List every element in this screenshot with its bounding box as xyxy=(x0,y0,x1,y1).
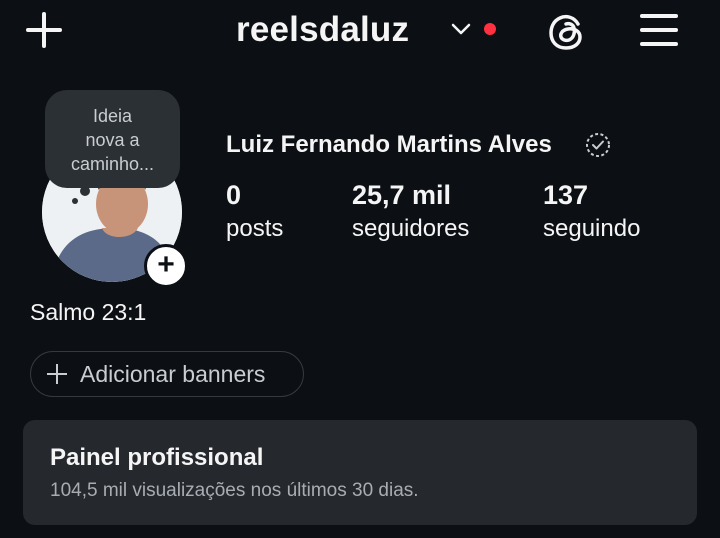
note-line-3: caminho... xyxy=(70,154,155,174)
profile-bio: Salmo 23:1 xyxy=(30,299,147,325)
meta-verified-badge-icon[interactable] xyxy=(584,131,612,159)
note-bubble-tail-small xyxy=(72,198,78,204)
stat-following[interactable]: 137 seguindo xyxy=(543,178,640,246)
stat-posts-label: posts xyxy=(226,215,284,242)
add-banners-button[interactable]: Adicionar banners xyxy=(30,351,304,397)
stat-followers-label: seguidores xyxy=(352,215,470,242)
profile-note-bubble[interactable]: Ideia nova a caminho... xyxy=(45,90,180,188)
add-banners-label: Adicionar banners xyxy=(80,361,266,387)
stat-posts[interactable]: 0 posts xyxy=(226,178,283,246)
plus-icon xyxy=(47,364,67,384)
note-line-2: nova a xyxy=(85,130,140,150)
stat-posts-value: 0 xyxy=(226,180,242,210)
create-plus-icon[interactable] xyxy=(24,10,64,50)
username[interactable]: reelsdaluz xyxy=(236,8,409,52)
notification-dot xyxy=(484,23,496,35)
hamburger-menu-icon[interactable] xyxy=(638,10,680,50)
threads-icon[interactable] xyxy=(545,10,589,54)
stat-following-label: seguindo xyxy=(543,215,641,242)
full-name: Luiz Fernando Martins Alves xyxy=(226,131,552,158)
stat-followers-value: 25,7 mil xyxy=(352,180,452,210)
stat-following-value: 137 xyxy=(543,180,589,210)
stat-followers[interactable]: 25,7 mil seguidores xyxy=(352,178,469,246)
chevron-down-icon[interactable] xyxy=(450,18,472,40)
professional-dashboard-card[interactable]: Painel profissional 104,5 mil visualizaç… xyxy=(23,420,697,525)
dashboard-title: Painel profissional xyxy=(50,444,264,471)
note-line-1: Ideia xyxy=(92,106,133,126)
dashboard-subtitle: 104,5 mil visualizações nos últimos 30 d… xyxy=(50,480,419,501)
add-story-plus-icon[interactable]: + xyxy=(144,244,188,288)
